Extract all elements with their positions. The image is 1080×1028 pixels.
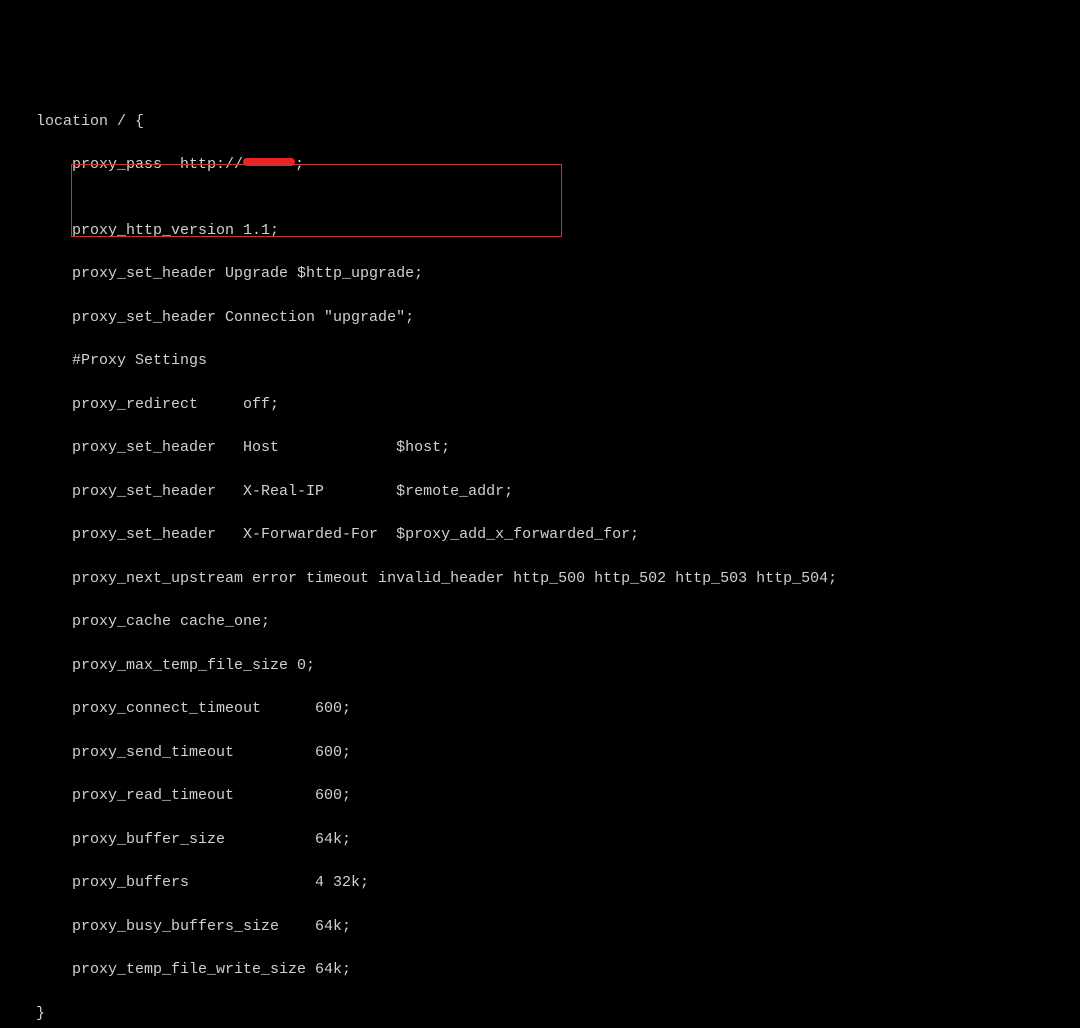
code-line: proxy_temp_file_write_size 64k;	[0, 959, 1080, 981]
code-line: proxy_redirect off;	[0, 394, 1080, 416]
code-line: location / {	[0, 111, 1080, 133]
code-line: proxy_pass http://;	[0, 154, 1080, 176]
code-line: proxy_set_header Host $host;	[0, 437, 1080, 459]
code-line: proxy_busy_buffers_size 64k;	[0, 916, 1080, 938]
code-line: proxy_cache cache_one;	[0, 611, 1080, 633]
code-text: proxy_pass http://	[0, 156, 243, 173]
code-line: proxy_http_version 1.1;	[0, 220, 1080, 242]
code-line: #Proxy Settings	[0, 350, 1080, 372]
code-line: proxy_set_header Connection "upgrade";	[0, 307, 1080, 329]
code-line: proxy_buffer_size 64k;	[0, 829, 1080, 851]
code-line: }	[0, 1003, 1080, 1025]
code-line: proxy_connect_timeout 600;	[0, 698, 1080, 720]
code-line: proxy_buffers 4 32k;	[0, 872, 1080, 894]
nginx-config-code: location / { proxy_pass http://; proxy_h…	[0, 87, 1080, 1028]
code-line: proxy_send_timeout 600;	[0, 742, 1080, 764]
code-line: proxy_max_temp_file_size 0;	[0, 655, 1080, 677]
code-line: proxy_read_timeout 600;	[0, 785, 1080, 807]
code-line: proxy_set_header X-Real-IP $remote_addr;	[0, 481, 1080, 503]
code-line: proxy_set_header X-Forwarded-For $proxy_…	[0, 524, 1080, 546]
code-line: proxy_next_upstream error timeout invali…	[0, 568, 1080, 590]
code-line: proxy_set_header Upgrade $http_upgrade;	[0, 263, 1080, 285]
redacted-host	[243, 158, 295, 166]
